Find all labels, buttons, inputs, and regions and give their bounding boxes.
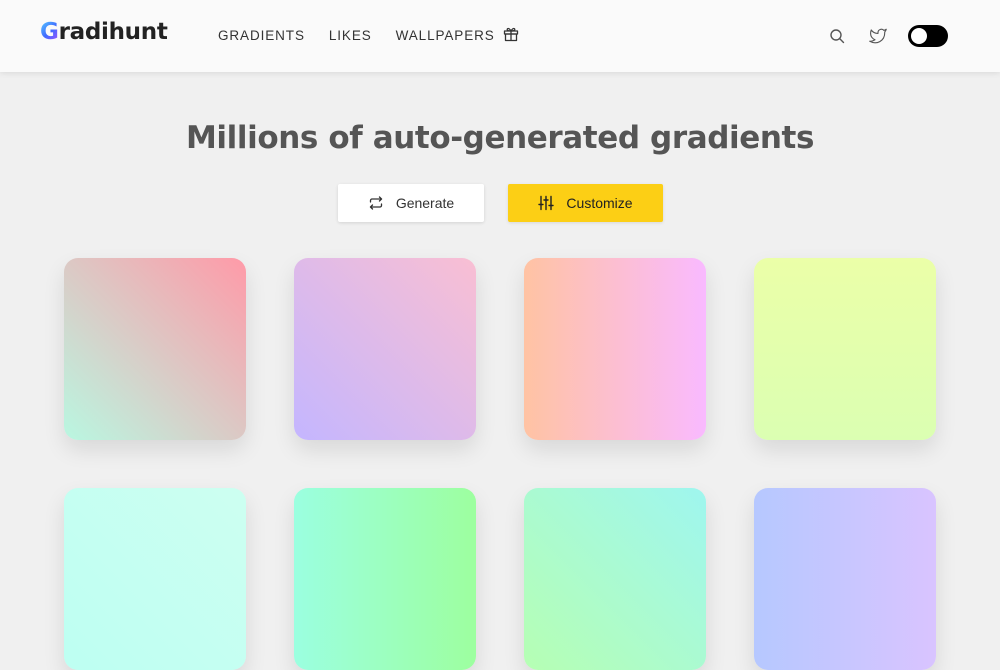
sliders-icon bbox=[538, 195, 555, 211]
gradient-card[interactable] bbox=[294, 488, 476, 670]
nav-gradients[interactable]: GRADIENTS bbox=[218, 28, 305, 43]
gift-icon[interactable] bbox=[503, 26, 519, 42]
main-nav: GRADIENTS LIKES WALLPAPERS bbox=[218, 28, 519, 43]
customize-label: Customize bbox=[566, 195, 633, 211]
logo-text: radihunt bbox=[58, 19, 168, 45]
repeat-icon bbox=[369, 196, 382, 210]
gradient-card[interactable] bbox=[524, 258, 706, 440]
search-icon[interactable] bbox=[829, 28, 845, 44]
toggle-knob bbox=[911, 28, 927, 44]
gradient-card[interactable] bbox=[64, 258, 246, 440]
gradient-card[interactable] bbox=[294, 258, 476, 440]
nav-likes[interactable]: LIKES bbox=[329, 28, 372, 43]
nav-wallpapers[interactable]: WALLPAPERS bbox=[396, 28, 495, 43]
gradient-card[interactable] bbox=[754, 258, 936, 440]
gradient-card[interactable] bbox=[524, 488, 706, 670]
page-title: Millions of auto-generated gradients bbox=[185, 120, 815, 156]
gradihunt-logo[interactable]: Gradihunt bbox=[40, 19, 168, 45]
gradient-card[interactable] bbox=[64, 488, 246, 670]
generate-label: Generate bbox=[395, 195, 455, 211]
generate-button[interactable]: Generate bbox=[338, 184, 484, 222]
gradient-card[interactable] bbox=[754, 488, 936, 670]
dark-mode-toggle[interactable] bbox=[908, 25, 948, 47]
top-header: Gradihunt GRADIENTS LIKES WALLPAPERS bbox=[0, 0, 1000, 72]
logo-letter-g: G bbox=[40, 19, 59, 45]
twitter-icon[interactable] bbox=[869, 27, 887, 45]
customize-button[interactable]: Customize bbox=[508, 184, 663, 222]
